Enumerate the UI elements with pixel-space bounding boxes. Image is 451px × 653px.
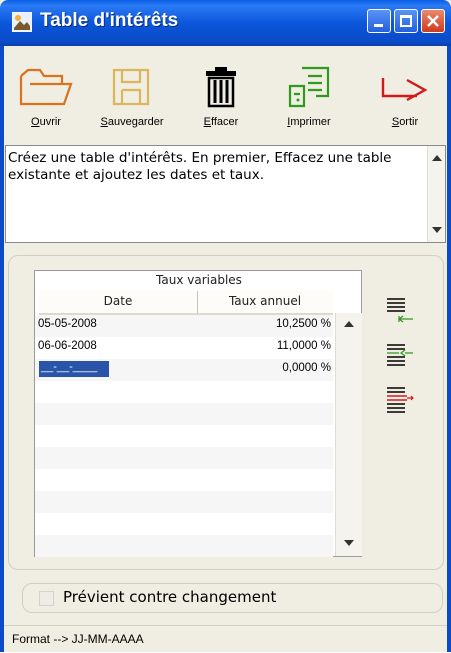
close-button[interactable] bbox=[421, 9, 445, 33]
close-icon bbox=[427, 15, 439, 27]
scroll-down-icon[interactable] bbox=[432, 227, 442, 233]
table-row-empty bbox=[35, 403, 333, 425]
table-row-empty bbox=[35, 535, 333, 557]
row-date[interactable]: 05-05-2008 bbox=[38, 318, 97, 330]
insert-row-button[interactable] bbox=[385, 296, 415, 323]
add-row-icon bbox=[387, 344, 413, 366]
table-row[interactable]: 05-05-2008 10,2500 % bbox=[35, 315, 333, 337]
toolbar: Ouvrir Sauvegarder Effacer Imprimer Sort… bbox=[4, 46, 447, 142]
scroll-up-icon[interactable] bbox=[344, 321, 354, 327]
table-row-empty bbox=[35, 447, 333, 469]
save-disk-icon bbox=[112, 68, 150, 106]
maximize-button[interactable] bbox=[394, 9, 418, 33]
open-button[interactable]: Ouvrir bbox=[6, 66, 86, 128]
row-rate[interactable]: 0,0000 % bbox=[282, 362, 331, 374]
column-date[interactable]: Date bbox=[39, 294, 197, 308]
message-scrollbar[interactable] bbox=[427, 146, 445, 242]
exit-label: Sortir bbox=[391, 116, 419, 128]
print-label: Imprimer bbox=[287, 116, 331, 128]
table-row-empty bbox=[35, 381, 333, 403]
table-scrollbar[interactable] bbox=[335, 313, 362, 556]
clear-button[interactable]: Effacer bbox=[181, 66, 261, 128]
table-row-empty bbox=[35, 513, 333, 535]
trash-icon bbox=[206, 67, 236, 108]
message-box[interactable]: Créez une table d'intérêts. En premier, … bbox=[5, 145, 446, 243]
window-title: Table d'intérêts bbox=[40, 10, 179, 31]
add-row-button[interactable] bbox=[385, 342, 415, 368]
open-label: Ouvrir bbox=[31, 116, 61, 128]
print-button[interactable]: Imprimer bbox=[269, 66, 349, 128]
table-row[interactable]: __-__-____ 0,0000 % bbox=[35, 359, 333, 381]
exit-arrow-icon bbox=[381, 78, 428, 102]
table-row-empty bbox=[35, 425, 333, 447]
table-row-empty bbox=[35, 469, 333, 491]
row-rate[interactable]: 11,0000 % bbox=[277, 340, 331, 352]
exit-button[interactable]: Sortir bbox=[365, 66, 445, 128]
scroll-up-icon[interactable] bbox=[432, 155, 442, 161]
folder-open-icon bbox=[19, 68, 73, 106]
row-rate[interactable]: 10,2500 % bbox=[276, 318, 331, 330]
scroll-down-icon[interactable] bbox=[344, 540, 354, 546]
rates-table[interactable]: Taux variables Date Taux annuel 05-05-20… bbox=[34, 270, 362, 557]
message-text: Créez une table d'intérêts. En premier, … bbox=[8, 150, 392, 183]
prevent-change-label[interactable]: Prévient contre changement bbox=[63, 588, 276, 606]
prevent-change-checkbox[interactable] bbox=[39, 591, 54, 606]
app-icon bbox=[12, 12, 32, 32]
delete-row-button[interactable] bbox=[385, 384, 415, 413]
date-edit-field[interactable]: __-__-____ bbox=[39, 361, 109, 377]
clear-label: Effacer bbox=[203, 116, 239, 128]
table-row[interactable]: 06-06-2008 11,0000 % bbox=[35, 337, 333, 359]
title-bar[interactable]: Table d'intérêts bbox=[0, 0, 451, 46]
insert-row-icon bbox=[387, 298, 413, 323]
save-button[interactable]: Sauvegarder bbox=[92, 66, 172, 128]
minimize-button[interactable] bbox=[367, 9, 391, 33]
table-row-empty bbox=[35, 491, 333, 513]
row-date[interactable]: 06-06-2008 bbox=[38, 340, 97, 352]
options-group: Prévient contre changement bbox=[22, 583, 443, 613]
print-doc-icon bbox=[288, 66, 330, 108]
window-frame-right bbox=[447, 46, 451, 652]
table-header: Date Taux annuel bbox=[39, 291, 333, 315]
delete-row-icon bbox=[387, 387, 414, 413]
window: Table d'intérêts Ouvrir Sauvegarder Effa… bbox=[0, 0, 451, 652]
status-text: Format --> JJ-MM-AAAA bbox=[12, 632, 144, 646]
column-rate[interactable]: Taux annuel bbox=[198, 294, 332, 308]
table-caption: Taux variables bbox=[156, 273, 242, 287]
status-bar: Format --> JJ-MM-AAAA bbox=[4, 625, 447, 653]
save-label: Sauvegarder bbox=[100, 116, 164, 128]
table-rows: 05-05-2008 10,2500 % 06-06-2008 11,0000 … bbox=[35, 315, 333, 557]
